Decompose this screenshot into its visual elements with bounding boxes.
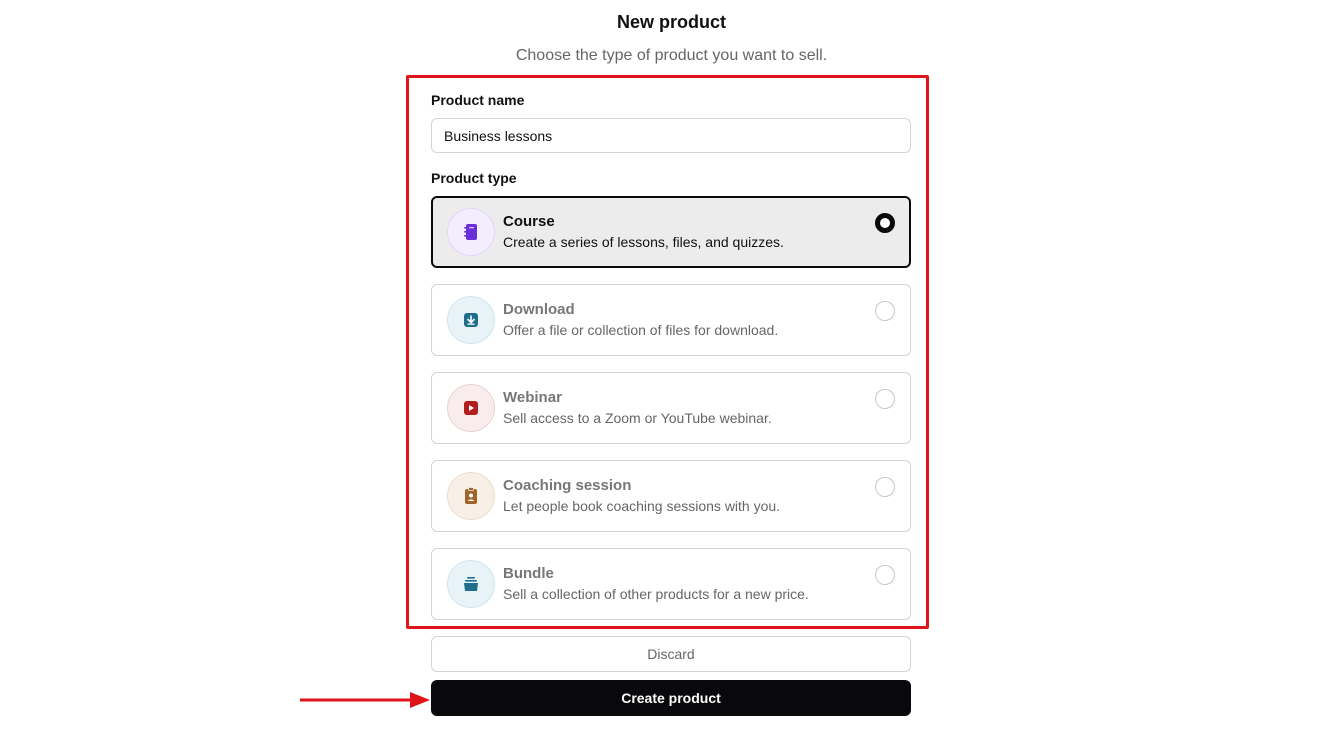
discard-button[interactable]: Discard [431,636,911,672]
option-title: Coaching session [503,477,632,494]
option-title: Course [503,213,555,230]
option-description: Create a series of lessons, files, and q… [503,234,784,250]
product-type-label: Product type [431,170,517,186]
radio-unselected[interactable] [875,477,895,497]
product-type-option-webinar[interactable]: Webinar Sell access to a Zoom or YouTube… [431,372,911,444]
option-description: Offer a file or collection of files for … [503,322,779,338]
notebook-icon [447,208,495,256]
page-subtitle: Choose the type of product you want to s… [515,47,828,64]
radio-selected[interactable] [875,213,895,233]
option-description: Let people book coaching sessions with y… [503,498,781,514]
create-product-button[interactable]: Create product [431,680,911,716]
radio-unselected[interactable] [875,301,895,321]
product-type-option-coaching-session[interactable]: Coaching session Let people book coachin… [431,460,911,532]
video-play-icon [447,384,495,432]
option-title: Download [503,301,575,318]
clipboard-person-icon [447,472,495,520]
radio-unselected[interactable] [875,389,895,409]
new-product-page: New product Choose the type of product y… [0,0,1343,755]
product-type-option-bundle[interactable]: Bundle Sell a collection of other produc… [431,548,911,620]
page-title: New product [616,12,726,32]
radio-unselected[interactable] [875,565,895,585]
option-title: Bundle [503,565,554,582]
product-name-label: Product name [431,92,525,108]
annotation-arrow-icon [300,692,430,708]
stack-icon [447,560,495,608]
product-type-option-download[interactable]: Download Offer a file or collection of f… [431,284,911,356]
product-type-option-course[interactable]: Course Create a series of lessons, files… [431,196,911,268]
option-description: Sell access to a Zoom or YouTube webinar… [503,410,772,426]
option-description: Sell a collection of other products for … [503,586,809,602]
option-title: Webinar [503,389,562,406]
download-icon [447,296,495,344]
product-name-input[interactable] [431,118,911,153]
